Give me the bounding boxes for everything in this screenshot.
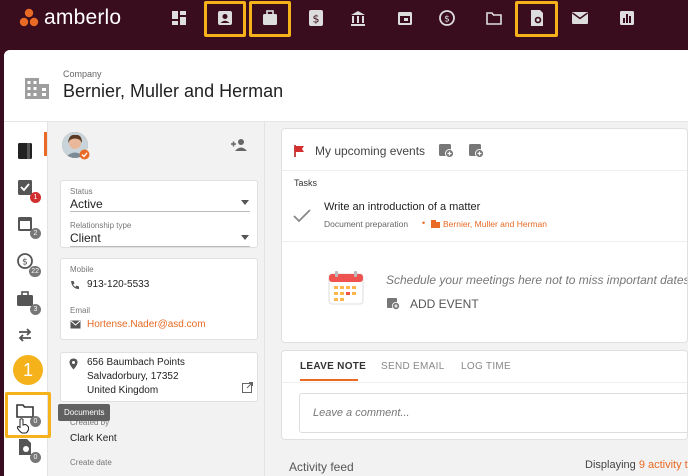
calendar-icon[interactable] [391,4,419,32]
contact-card: Mobile 913-120-5533 Email Hortense.Nader… [60,258,258,340]
add-event-icon[interactable] [468,142,485,159]
divider [282,241,687,242]
divider [282,170,687,171]
time-icon[interactable]: $ [433,4,461,32]
flag-icon [294,145,304,157]
status-dropdown-arrow-icon[interactable] [241,200,249,205]
tasks-count-badge: 1 [30,192,41,203]
company-info-panel: Status Active Relationship type Client M… [48,122,265,476]
company-small-icon [431,220,440,228]
add-event-calendar-icon [387,298,400,310]
schedule-hint: Schedule your meetings here not to miss … [386,273,688,287]
tab-log-time[interactable]: LOG TIME [461,361,511,372]
comment-placeholder: Leave a comment... [313,407,410,419]
displaying-prefix: Displaying [585,459,636,471]
highlight-templates [515,1,558,37]
dashboard-icon[interactable] [165,4,193,32]
activity-filter-summary[interactable]: Displaying 9 activity ty [585,459,688,471]
relationship-select[interactable]: Client [70,231,101,245]
task-title[interactable]: Write an introduction of a matter [324,201,480,213]
rail-transfers[interactable] [12,322,38,348]
add-task-icon[interactable] [438,142,455,159]
status-select[interactable]: Active [70,197,103,211]
address-line-1: 656 Baumbach Points [87,357,185,368]
open-map-icon[interactable] [242,382,253,393]
svg-text:$: $ [313,13,320,26]
documents-icon[interactable] [480,4,508,32]
address-line-3: United Kingdom [87,385,159,396]
rail-overview[interactable] [12,138,38,164]
tasks-label: Tasks [294,178,318,188]
comment-input[interactable]: Leave a comment... [299,393,687,433]
dot-separator: • [422,218,426,228]
address-line-2: Salvadorbury, 17352 [87,371,179,382]
highlight-contacts [204,1,246,37]
brand-name: amberlo [44,6,122,29]
tab-leave-note[interactable]: LEAVE NOTE [300,361,366,372]
rail-active-indicator [44,132,47,156]
calendar-count-badge: 2 [30,228,41,239]
company-building-icon [25,78,49,99]
documents-tooltip: Documents [58,404,111,421]
verified-badge-icon [79,149,90,160]
task-type: Document preparation [324,219,409,229]
mobile-label: Mobile [70,265,94,274]
upcoming-events-card: My upcoming events Tasks Write an introd… [281,128,688,343]
relationship-label: Relationship type [70,221,132,230]
step-marker: 1 [13,355,43,385]
created-by-value: Clark Kent [70,433,117,444]
activity-composer-card: LEAVE NOTE SEND EMAIL LOG TIME Leave a c… [281,350,688,440]
time-count-badge: 22 [29,266,41,277]
divider [282,382,687,383]
main-content: My upcoming events Tasks Write an introd… [265,122,688,476]
task-company-link[interactable]: Bernier, Muller and Herman [443,219,547,229]
transfer-icon [18,328,32,342]
activity-type-count[interactable]: 9 activity ty [639,459,688,471]
hand-cursor-icon [16,418,30,434]
overview-icon [18,143,32,159]
rail-tasks[interactable]: 1 [12,174,41,203]
relationship-dropdown-arrow-icon[interactable] [241,235,249,240]
add-contact-person-icon[interactable] [230,138,250,152]
mail-icon[interactable] [566,4,594,32]
address-card: 656 Baumbach Points Salvadorbury, 17352 … [60,352,258,402]
email-label: Email [70,306,91,315]
reports-icon[interactable] [613,4,641,32]
brand-logo[interactable]: amberlo [18,4,121,32]
company-label: Company [63,69,102,79]
rail-time[interactable]: $ 22 [12,248,41,277]
events-title: My upcoming events [315,144,426,158]
phone-icon [71,281,79,289]
email-icon [70,320,81,329]
matters-count-badge: 3 [30,304,41,315]
page-title: Bernier, Muller and Herman [63,81,284,101]
calendar-illustration-icon [328,271,364,305]
page-header: Company Bernier, Muller and Herman [4,50,688,122]
active-tab-underline [300,379,358,381]
location-pin-icon [69,358,78,370]
svg-text:$: $ [22,258,28,268]
bank-icon[interactable] [344,4,372,32]
status-card: Status Active Relationship type Client [60,180,258,248]
email-link[interactable]: Hortense.Nader@asd.com [87,319,206,330]
activity-feed-title: Activity feed [289,460,354,474]
top-navigation-bar: amberlo $ $ [0,0,688,37]
billing-icon[interactable]: $ [302,4,330,32]
tab-send-email[interactable]: SEND EMAIL [381,361,445,372]
highlight-matters [249,1,291,37]
status-label: Status [70,187,93,196]
svg-text:$: $ [444,15,450,25]
rail-matters[interactable]: 3 [12,286,41,315]
create-date-label: Create date [70,458,112,467]
add-event-button[interactable]: ADD EVENT [410,297,479,311]
amberlo-logo-icon [19,8,39,27]
templates-count-badge: 0 [30,452,41,463]
rail-calendar[interactable]: 2 [12,210,41,239]
relationship-underline [70,246,250,247]
mobile-value[interactable]: 913-120-5533 [87,279,149,290]
complete-task-check-icon[interactable] [292,208,312,224]
status-underline [70,211,250,212]
